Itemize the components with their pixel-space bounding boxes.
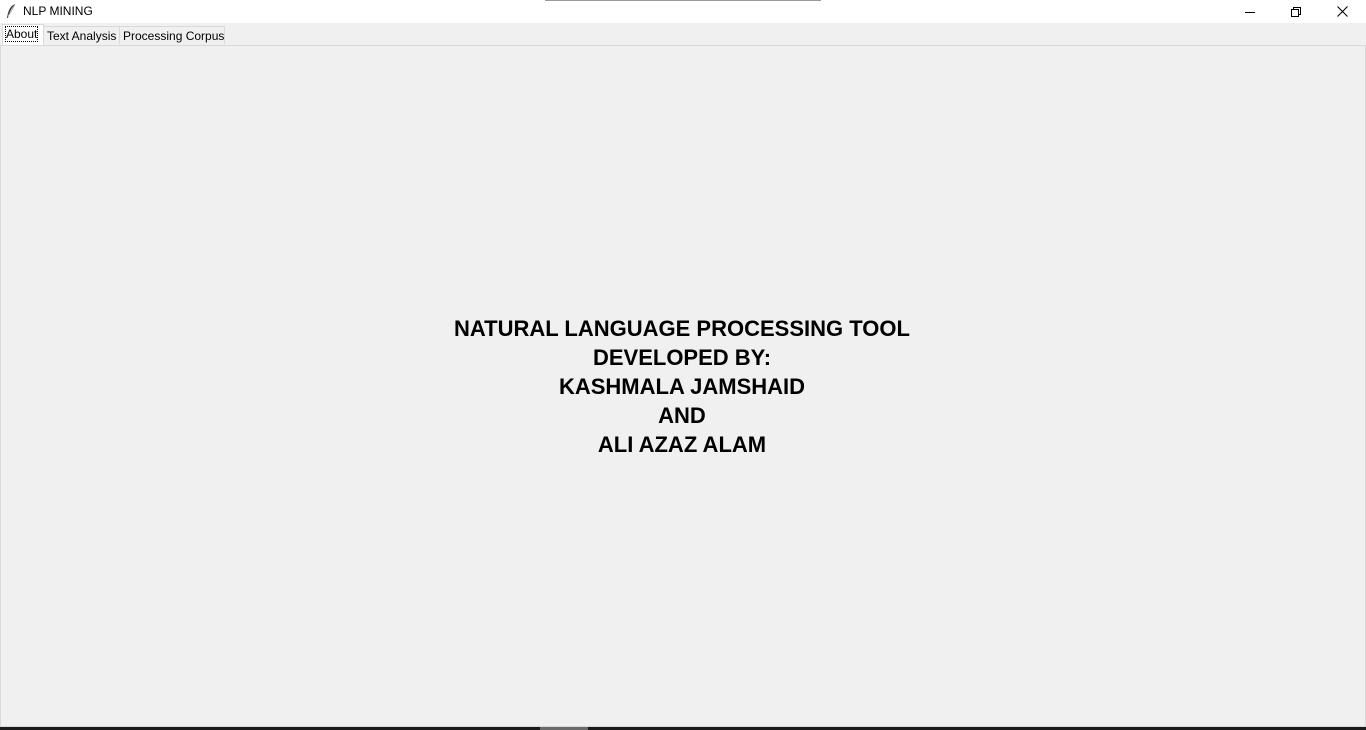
tab-processing-corpus[interactable]: Processing Corpus	[119, 26, 225, 44]
and-label: AND	[658, 403, 706, 428]
developed-by-label: DEVELOPED BY:	[592, 345, 772, 370]
tab-about[interactable]: About	[2, 24, 44, 45]
tab-text-analysis[interactable]: Text Analysis	[43, 26, 120, 44]
title-bar[interactable]: NLP MINING	[0, 0, 1366, 23]
about-panel: NATURAL LANGUAGE PROCESSING TOOL DEVELOP…	[0, 45, 1366, 727]
title-bar-indicator	[545, 0, 821, 1]
close-icon	[1336, 6, 1348, 17]
feather-icon[interactable]	[5, 3, 17, 19]
app-description: NATURAL LANGUAGE PROCESSING TOOL	[454, 316, 910, 341]
restore-icon	[1291, 6, 1301, 17]
developer-name-2: ALI AZAZ ALAM	[597, 432, 767, 457]
tab-label: Text Analysis	[47, 29, 117, 43]
developer-name-1: KASHMALA JAMSHAID	[558, 374, 806, 399]
minimize-button[interactable]	[1227, 0, 1273, 23]
close-button[interactable]	[1319, 0, 1365, 23]
tab-bar: About Text Analysis Processing Corpus	[0, 23, 1366, 45]
app-window: NLP MINING About Text Analysis Processin…	[0, 0, 1366, 730]
maximize-button[interactable]	[1273, 0, 1319, 23]
tab-label: About	[4, 26, 39, 42]
tab-label: Processing Corpus	[123, 29, 225, 43]
window-title: NLP MINING	[23, 4, 93, 18]
minimize-icon	[1245, 7, 1255, 17]
about-text-block: NATURAL LANGUAGE PROCESSING TOOL DEVELOP…	[1, 314, 1363, 459]
